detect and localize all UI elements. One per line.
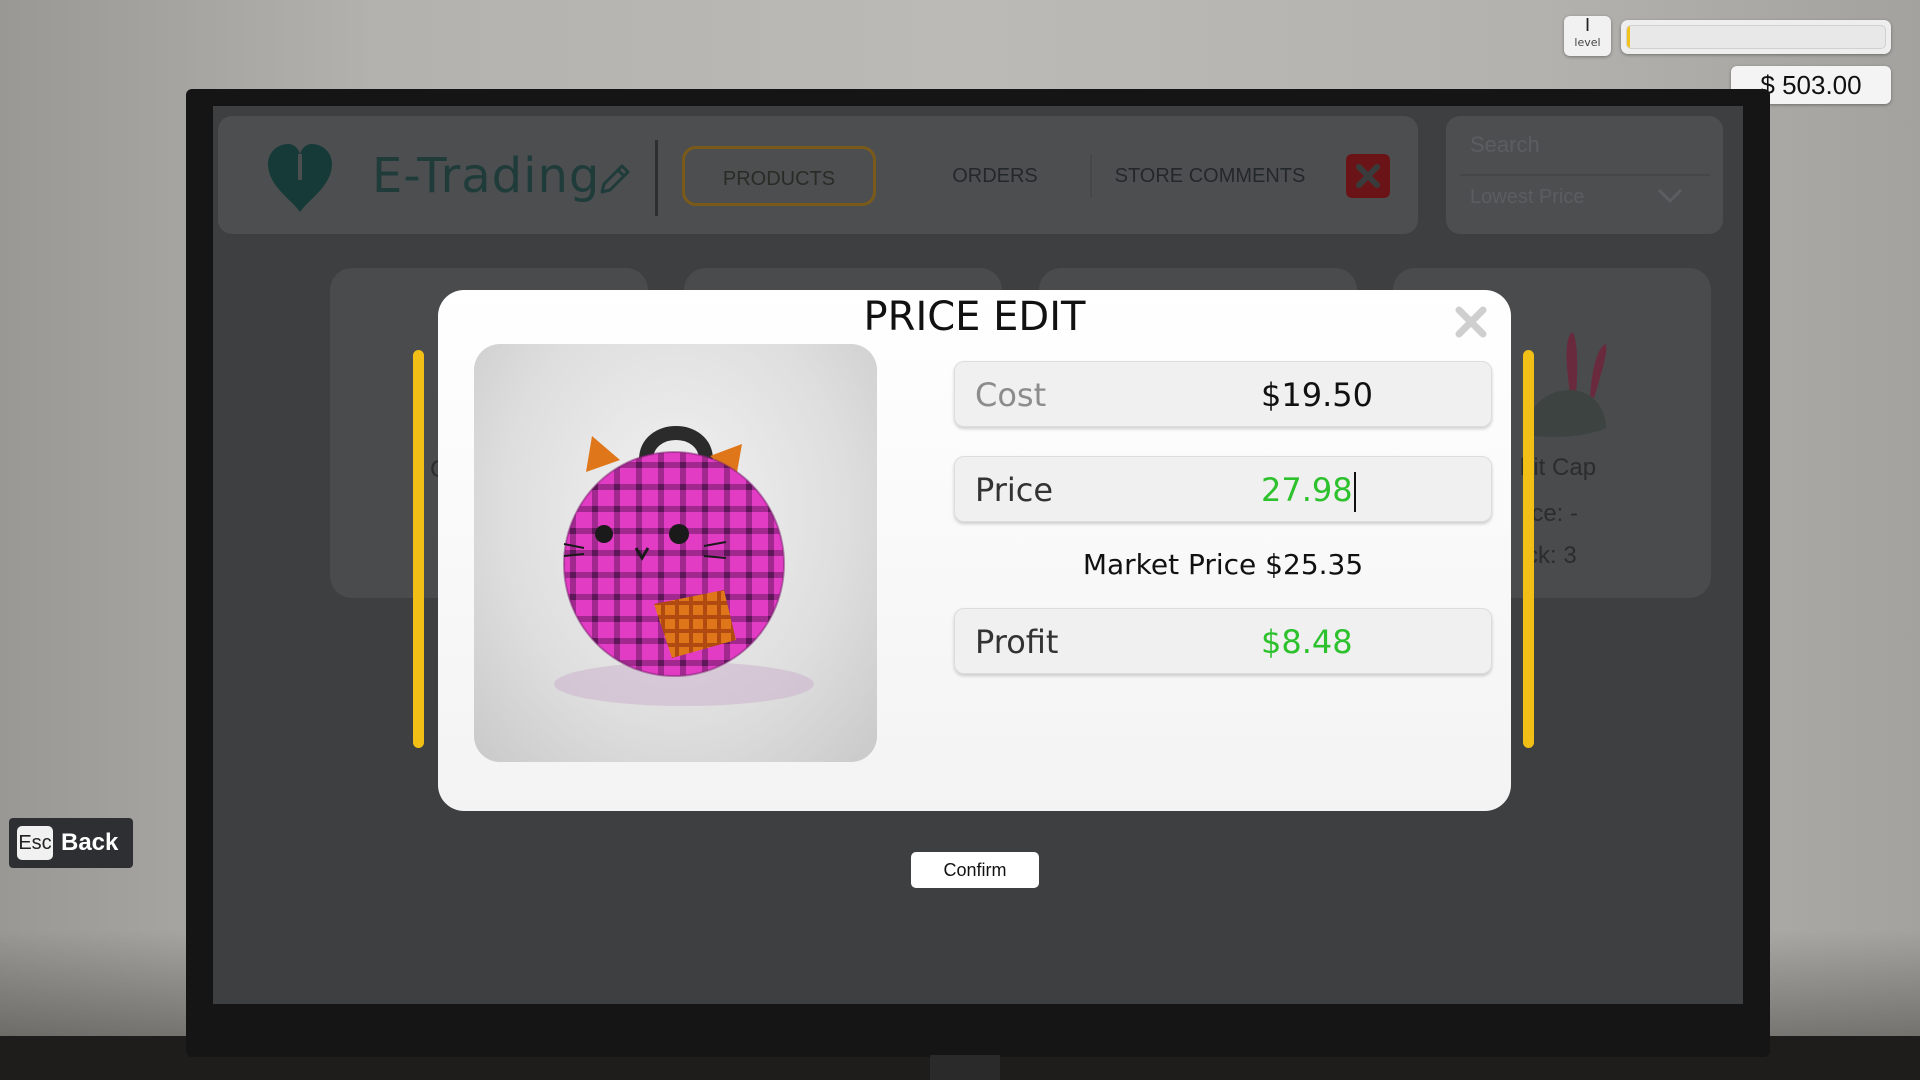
price-label: Price [975, 471, 1054, 509]
profit-field: Profit $8.48 [954, 608, 1492, 674]
xp-track [1626, 25, 1886, 49]
cost-label: Cost [975, 376, 1047, 414]
profit-value: $8.48 [1261, 623, 1353, 661]
tab-products[interactable]: PRODUCTS [682, 146, 876, 206]
close-icon [1356, 164, 1380, 188]
header-divider [655, 140, 658, 216]
sort-dropdown[interactable]: Lowest Price [1470, 186, 1585, 209]
pencil-icon[interactable] [596, 160, 634, 198]
search-underline [1460, 174, 1710, 176]
back-label: Back [61, 829, 119, 856]
cost-value: $19.50 [1261, 376, 1373, 414]
search-input[interactable]: Search [1470, 132, 1540, 158]
close-dialog-icon[interactable] [1451, 302, 1491, 342]
confirm-button[interactable]: Confirm [911, 852, 1039, 888]
market-price: Market Price $25.35 [1082, 548, 1364, 581]
heart-icon [268, 144, 332, 212]
cat-bag-icon [554, 426, 814, 706]
xp-fill [1627, 26, 1630, 48]
tab-store-comments[interactable]: STORE COMMENTS [1110, 146, 1310, 206]
left-accent-bar [413, 350, 424, 748]
tab-divider [1090, 154, 1092, 198]
chevron-down-icon[interactable] [1655, 186, 1685, 206]
product-image [474, 344, 877, 762]
dialog-title: PRICE EDIT [863, 294, 1086, 340]
profit-label: Profit [975, 623, 1059, 661]
level-indicator: I level [1564, 16, 1611, 56]
price-input[interactable]: 27.98 [1261, 471, 1353, 509]
level-number: I [1584, 15, 1591, 36]
xp-progress-bar [1621, 20, 1891, 54]
close-app-button[interactable] [1346, 154, 1390, 198]
cost-field: Cost $19.50 [954, 361, 1492, 427]
tab-orders[interactable]: ORDERS [930, 146, 1060, 206]
price-field[interactable]: Price 27.98 [954, 456, 1492, 522]
level-label: level [1574, 36, 1601, 49]
app-name: E-Trading [372, 148, 601, 204]
esc-key-hint: Esc [17, 826, 53, 860]
price-input-wrapper[interactable]: 27.98 [1261, 457, 1356, 523]
text-caret [1353, 472, 1356, 512]
monitor-stand [930, 1055, 1000, 1080]
right-accent-bar [1523, 350, 1534, 748]
